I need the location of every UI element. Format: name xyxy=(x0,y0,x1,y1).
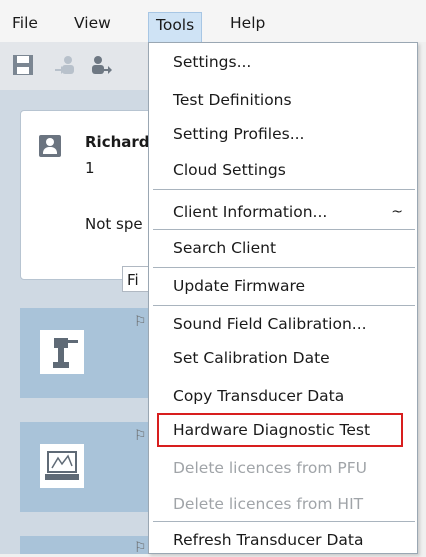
tile-audiometer[interactable]: ⚐ xyxy=(20,422,160,512)
toolbar xyxy=(0,42,148,90)
menu-help[interactable]: Help xyxy=(230,10,265,36)
audiometer-icon xyxy=(40,444,84,488)
menu-item-update-firmware[interactable]: Update Firmware xyxy=(149,269,417,303)
client-number: 1 xyxy=(85,159,95,177)
menu-item-copy-transducer-data[interactable]: Copy Transducer Data xyxy=(149,379,417,413)
flag-icon[interactable]: ⚐ xyxy=(134,314,147,330)
client-card[interactable]: Richard 1 Not spe xyxy=(20,110,162,280)
menu-separator xyxy=(153,305,415,306)
menu-item-sound-field-calibration[interactable]: Sound Field Calibration... xyxy=(149,307,417,341)
import-user-icon[interactable] xyxy=(54,54,76,76)
menu-bar: File View Tools Help xyxy=(0,0,426,43)
menu-item-cloud-settings[interactable]: Cloud Settings xyxy=(149,153,417,187)
menu-item-delete-licences-pfu: Delete licences from PFU xyxy=(173,459,368,477)
transducer-icon xyxy=(40,330,84,374)
menu-view[interactable]: View xyxy=(74,10,111,36)
menu-item-test-definitions[interactable]: Test Definitions xyxy=(149,83,417,117)
save-icon[interactable] xyxy=(12,54,34,76)
client-status: Not spe xyxy=(85,215,143,233)
menu-separator xyxy=(153,229,415,230)
menu-item-search-client[interactable]: Search Client xyxy=(149,231,417,265)
menu-separator xyxy=(153,521,415,522)
tile-transducer[interactable]: ⚐ xyxy=(20,308,160,398)
menu-item-shortcut: ~ xyxy=(391,204,403,220)
menu-item-set-calibration-date[interactable]: Set Calibration Date xyxy=(149,341,417,375)
menu-item-client-information[interactable]: Client Information... ~ xyxy=(149,195,417,229)
client-name: Richard xyxy=(85,133,150,151)
menu-item-label: Client Information... xyxy=(173,203,328,221)
tile-partial[interactable]: ⚐ xyxy=(20,536,160,556)
menu-item-settings[interactable]: Settings... xyxy=(149,45,417,79)
tools-dropdown-menu: Settings... Test Definitions Setting Pro… xyxy=(148,42,418,554)
menu-item-refresh-transducer-data[interactable]: Refresh Transducer Data xyxy=(149,523,417,557)
menu-separator xyxy=(153,267,415,268)
menu-item-hardware-diagnostic-test[interactable]: Hardware Diagnostic Test xyxy=(157,413,403,447)
menu-tools[interactable]: Tools xyxy=(148,12,203,43)
export-user-icon[interactable] xyxy=(90,54,112,76)
menu-file[interactable]: File xyxy=(12,10,38,36)
flag-icon[interactable]: ⚐ xyxy=(134,428,147,444)
menu-separator xyxy=(153,189,415,190)
avatar-icon xyxy=(39,135,61,157)
menu-item-setting-profiles[interactable]: Setting Profiles... xyxy=(149,117,417,151)
menu-item-delete-licences-hit: Delete licences from HIT xyxy=(173,495,364,513)
